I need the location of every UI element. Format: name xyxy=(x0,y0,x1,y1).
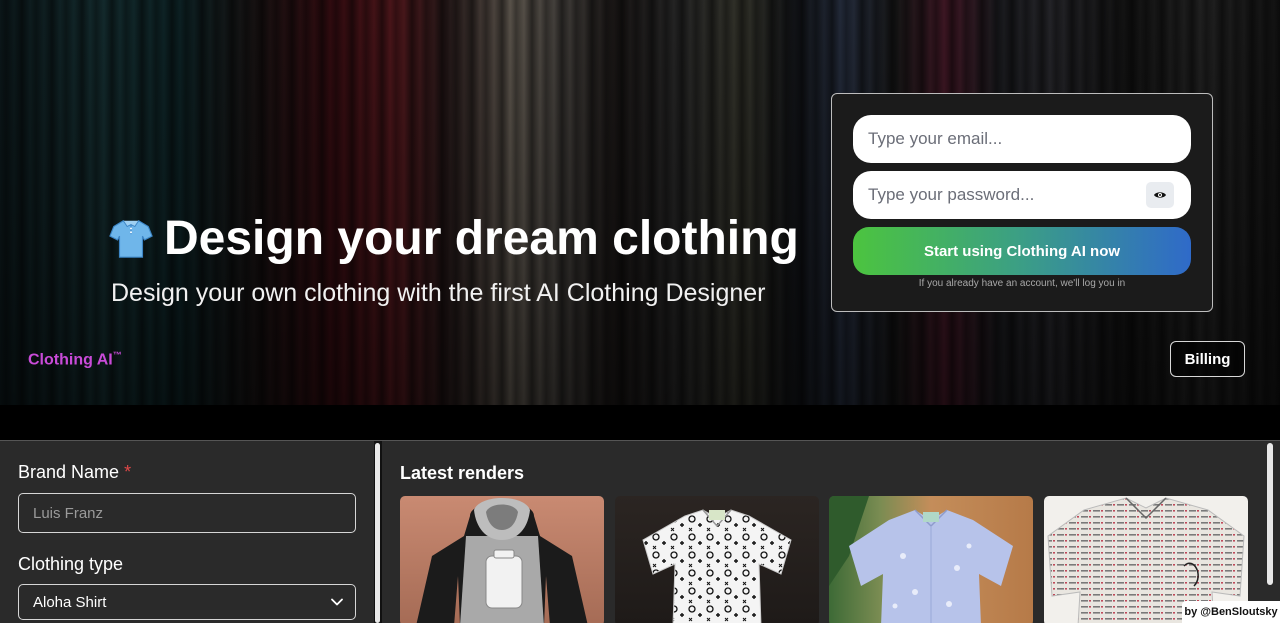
latest-renders-title: Latest renders xyxy=(400,463,525,483)
design-form-panel: Brand Name * Clothing type Aloha Shirt xyxy=(0,441,374,623)
tshirt-icon xyxy=(109,219,153,258)
hoodie-render-image xyxy=(416,498,588,623)
password-field-wrapper xyxy=(853,171,1191,219)
billing-button[interactable]: Billing xyxy=(1170,341,1245,377)
render-card-aloha-shirt[interactable] xyxy=(615,496,819,623)
login-card: Start using Clothing AI now If you alrea… xyxy=(831,93,1213,312)
password-field[interactable] xyxy=(853,171,1191,219)
eye-icon xyxy=(1154,192,1166,198)
latest-renders-panel: Latest renders xyxy=(382,441,1266,623)
hero-subheadline: Design your own clothing with the first … xyxy=(111,279,766,307)
render-card-hoodie[interactable] xyxy=(400,496,604,623)
renders-scrollbar-thumb[interactable] xyxy=(1267,443,1273,585)
show-password-button[interactable] xyxy=(1146,182,1174,208)
author-credit-tag[interactable]: by @BenSloutsky xyxy=(1182,601,1280,623)
start-using-button[interactable]: Start using Clothing AI now xyxy=(853,227,1191,275)
required-marker: * xyxy=(124,462,132,482)
clothing-type-select[interactable]: Aloha Shirt xyxy=(18,584,356,620)
hero-headline: Design your dream clothing xyxy=(108,210,799,266)
blue-shirt-render-image xyxy=(829,496,1013,623)
hero-banner: Design your dream clothing Design your o… xyxy=(0,0,1280,405)
email-field[interactable] xyxy=(853,115,1191,163)
clothing-type-value: Aloha Shirt xyxy=(33,593,107,611)
hero-headline-text: Design your dream clothing xyxy=(164,211,799,265)
brand-name-input[interactable] xyxy=(18,493,356,533)
brand-logo[interactable]: Clothing AI™ xyxy=(28,350,122,369)
render-card-blue-shirt[interactable] xyxy=(829,496,1033,623)
login-note: If you already have an account, we'll lo… xyxy=(918,278,1126,289)
brand-logo-text: Clothing AI xyxy=(28,351,113,369)
aloha-shirt-render-image xyxy=(642,509,792,623)
chevron-down-icon xyxy=(331,598,343,606)
clothing-type-label: Clothing type xyxy=(18,554,124,574)
trademark-mark: ™ xyxy=(112,350,122,360)
brand-name-label: Brand Name * xyxy=(18,462,131,483)
form-scrollbar-thumb[interactable] xyxy=(375,443,380,623)
form-scrollbar[interactable] xyxy=(374,441,382,623)
brand-name-label-text: Brand Name xyxy=(18,462,120,482)
renders-scrollbar[interactable] xyxy=(1266,441,1280,623)
